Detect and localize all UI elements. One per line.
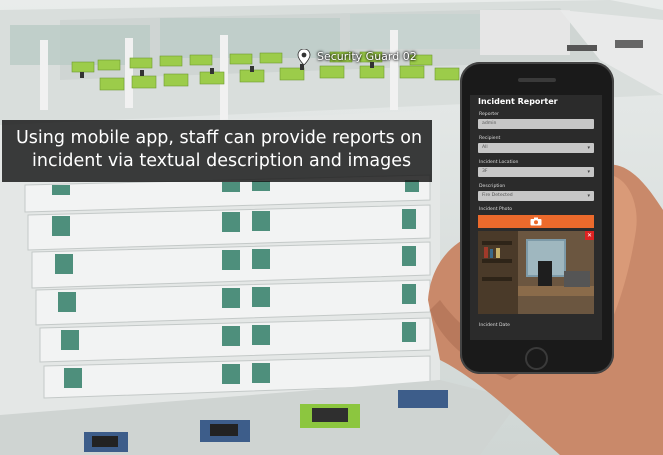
reporter-label: Reporter bbox=[479, 112, 499, 117]
incident-location-label: Incident Location bbox=[479, 160, 519, 165]
add-photo-button[interactable] bbox=[478, 215, 594, 228]
reporter-value: admin bbox=[482, 121, 497, 126]
incident-location-select[interactable]: 3F ▾ bbox=[478, 167, 594, 177]
incident-location-value: 3F bbox=[482, 169, 488, 174]
description-select[interactable]: Fire Detected ▾ bbox=[478, 191, 594, 201]
description-value: Fire Detected bbox=[482, 193, 513, 198]
caption-line-2: incident via textual description and ima… bbox=[32, 151, 412, 171]
caption-line-1: Using mobile app, staff can provide repo… bbox=[16, 128, 423, 148]
incident-date-label: Incident Date bbox=[479, 323, 510, 328]
incident-photo-preview: ✕ bbox=[478, 231, 594, 314]
caption-banner: Using mobile app, staff can provide repo… bbox=[2, 120, 432, 182]
chevron-down-icon: ▾ bbox=[587, 193, 590, 199]
home-button[interactable] bbox=[525, 347, 548, 370]
chevron-down-icon: ▾ bbox=[587, 169, 590, 175]
recipient-label: Recipient bbox=[479, 136, 501, 141]
incident-reporter-app: Incident Reporter Reporter admin Recipie… bbox=[470, 95, 602, 340]
recipient-select[interactable]: All ▾ bbox=[478, 143, 594, 153]
remove-photo-icon[interactable]: ✕ bbox=[585, 231, 594, 240]
reporter-field[interactable]: admin bbox=[478, 119, 594, 129]
camera-icon bbox=[530, 217, 542, 226]
app-title: Incident Reporter bbox=[478, 97, 558, 106]
incident-photo-image bbox=[478, 231, 594, 314]
location-pin-icon bbox=[297, 49, 311, 65]
recipient-value: All bbox=[482, 145, 488, 150]
chevron-down-icon: ▾ bbox=[587, 145, 590, 151]
description-label: Description bbox=[479, 184, 506, 189]
mobile-phone: Incident Reporter Reporter admin Recipie… bbox=[460, 62, 614, 374]
security-guard-label: Security Guard 02 bbox=[317, 50, 417, 63]
phone-speaker bbox=[518, 78, 556, 82]
incident-photo-label: Incident Photo bbox=[479, 207, 513, 212]
